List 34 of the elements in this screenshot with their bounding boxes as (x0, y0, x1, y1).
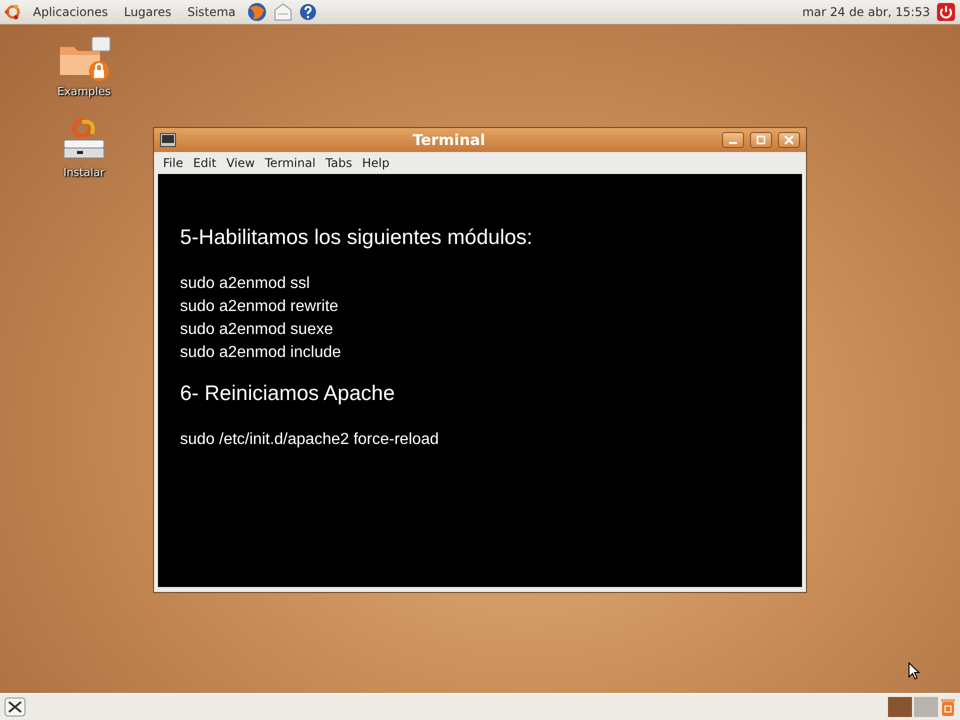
clock[interactable]: mar 24 de abr, 15:53 (802, 5, 930, 19)
browser-globe-icon[interactable] (246, 2, 267, 22)
terminal-command: sudo a2enmod ssl (180, 274, 311, 294)
menu-item[interactable]: Edit (190, 155, 220, 171)
workspace-switcher[interactable] (888, 697, 912, 717)
terminal-heading: 5-Habilitamos los siguientes módulos: (180, 226, 534, 250)
menu-item[interactable]: Terminal (262, 155, 319, 171)
menu-item[interactable]: Tabs (322, 155, 356, 171)
trash-icon[interactable] (940, 697, 956, 717)
show-desktop-icon[interactable] (4, 697, 26, 717)
menu-item[interactable]: Help (359, 155, 392, 171)
help-icon[interactable] (298, 3, 317, 21)
power-icon[interactable] (936, 2, 956, 22)
minimize-button[interactable] (722, 132, 744, 148)
minimize-icon (728, 142, 738, 144)
panel-menu[interactable]: Lugares (118, 3, 176, 21)
mouse-pointer-icon (908, 662, 920, 680)
close-button[interactable] (778, 132, 800, 148)
terminal-heading: 6- Reiniciamos Apache (180, 382, 396, 406)
terminal-command: sudo /etc/init.d/apache2 force-reload (180, 430, 440, 450)
panel-menu[interactable]: Sistema (182, 3, 241, 21)
menu-item[interactable]: File (160, 155, 186, 171)
close-icon (784, 135, 794, 145)
window-title: Terminal (412, 131, 486, 149)
panel-menu[interactable]: Aplicaciones (28, 3, 113, 21)
maximize-button[interactable] (750, 132, 772, 148)
workspace-switcher[interactable] (914, 697, 938, 717)
maximize-icon (756, 135, 766, 145)
terminal-icon (160, 133, 176, 147)
menu-item[interactable]: View (223, 155, 258, 171)
terminal-command: sudo a2enmod rewrite (180, 297, 340, 317)
terminal-command: sudo a2enmod suexe (180, 320, 334, 340)
terminal-command: sudo a2enmod include (180, 343, 342, 363)
ubuntu-logo-icon[interactable] (4, 3, 22, 21)
